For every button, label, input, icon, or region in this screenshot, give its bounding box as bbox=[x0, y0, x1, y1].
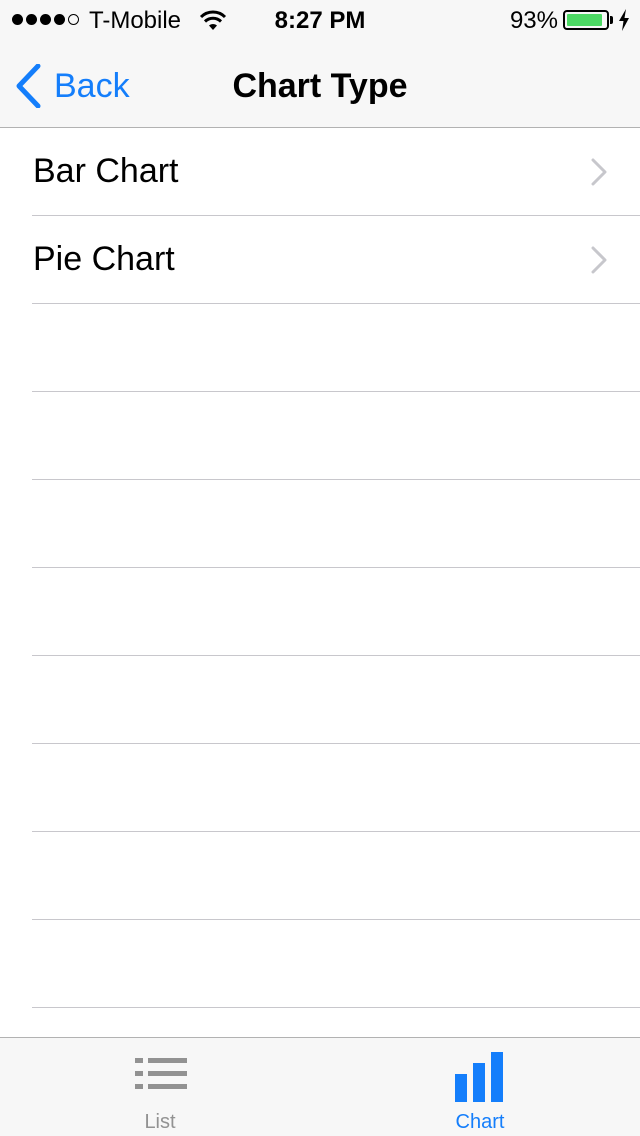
row-label: Bar Chart bbox=[33, 152, 179, 190]
bar-chart-icon bbox=[455, 1052, 503, 1102]
screen: T-Mobile 8:27 PM 93% Back Chart Type Bar… bbox=[0, 0, 640, 1136]
battery-level bbox=[567, 14, 603, 26]
empty-table-row bbox=[0, 920, 640, 1008]
battery-percentage: 93% bbox=[509, 7, 558, 34]
navigation-bar: Back Chart Type bbox=[0, 40, 640, 128]
battery-cap bbox=[610, 16, 613, 24]
empty-table-row bbox=[0, 480, 640, 568]
charging-bolt-icon bbox=[619, 9, 629, 31]
empty-table-row bbox=[0, 832, 640, 920]
tab-label: Chart bbox=[455, 1111, 505, 1133]
table-row-bar-chart[interactable]: Bar Chart bbox=[0, 128, 640, 216]
tab-label: List bbox=[144, 1111, 176, 1133]
tab-list[interactable]: List bbox=[0, 1038, 320, 1136]
top-chrome: T-Mobile 8:27 PM 93% Back Chart Type bbox=[0, 0, 640, 128]
chart-type-table: Bar Chart Pie Chart bbox=[0, 128, 640, 1037]
page-title: Chart Type bbox=[232, 67, 408, 105]
empty-table-row bbox=[0, 568, 640, 656]
chevron-right-icon bbox=[591, 246, 607, 274]
table-row-pie-chart[interactable]: Pie Chart bbox=[0, 216, 640, 304]
status-bar: T-Mobile 8:27 PM 93% bbox=[0, 0, 640, 40]
empty-table-row bbox=[0, 392, 640, 480]
chevron-right-icon bbox=[591, 158, 607, 186]
row-label: Pie Chart bbox=[33, 240, 175, 278]
empty-table-row bbox=[0, 656, 640, 744]
battery-icon bbox=[563, 10, 609, 30]
tab-chart[interactable]: Chart bbox=[320, 1038, 640, 1136]
empty-table-row bbox=[0, 744, 640, 832]
tab-bar: List Chart bbox=[0, 1037, 640, 1136]
list-icon bbox=[135, 1058, 187, 1089]
empty-table-row bbox=[0, 304, 640, 392]
